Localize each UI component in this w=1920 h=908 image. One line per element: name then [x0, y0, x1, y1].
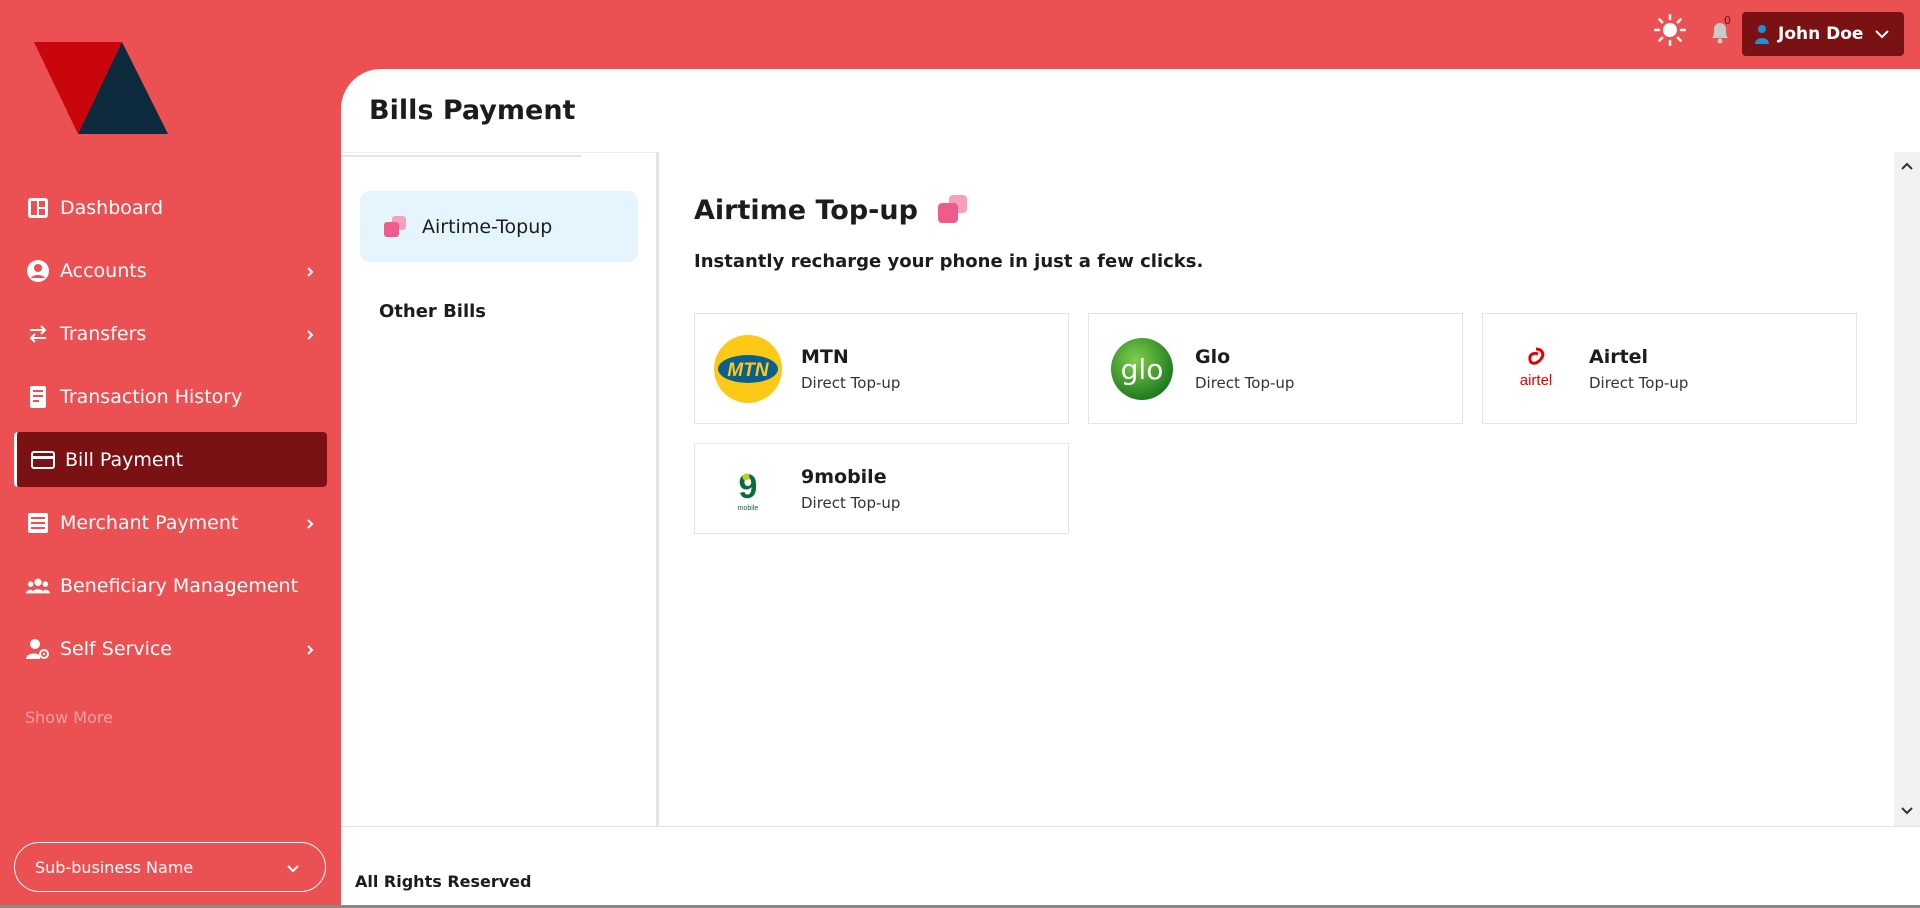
sidebar-item-label: Accounts — [60, 259, 147, 282]
provider-info: MTN Direct Top-up — [801, 346, 900, 392]
page-title: Bills Payment — [369, 95, 576, 126]
provider-info: Glo Direct Top-up — [1195, 346, 1294, 392]
sidebar-item-label: Transfers — [60, 322, 147, 345]
sub-business-select[interactable]: Sub-business Name — [14, 842, 326, 892]
brand-logo[interactable] — [34, 42, 168, 134]
provider-info: 9mobile Direct Top-up — [801, 466, 900, 512]
9mobile-logo-sub: mobile — [738, 505, 759, 512]
content-scrollbar[interactable] — [1894, 152, 1920, 826]
glo-logo: glo — [1108, 335, 1176, 403]
chevron-right-icon — [307, 330, 314, 340]
provider-desc: Direct Top-up — [1195, 373, 1295, 392]
account-circle-icon — [26, 259, 50, 283]
sidebar-item-self-service[interactable]: Self Service — [14, 621, 327, 676]
provider-card-airtel[interactable]: airtel Airtel Direct Top-up — [1482, 313, 1857, 424]
tab-airtime-topup[interactable]: Airtime-Topup — [360, 191, 638, 262]
user-menu-button[interactable]: John Doe — [1742, 12, 1904, 56]
section-title-text: Airtime Top-up — [694, 194, 918, 226]
sidebar-item-beneficiary-management[interactable]: Beneficiary Management — [14, 558, 327, 613]
chevron-right-icon — [307, 645, 314, 655]
9mobile-logo-number: 9 — [739, 468, 758, 506]
transfer-arrows-icon — [26, 322, 50, 346]
sidebar: Dashboard Accounts Transfers Transaction… — [0, 0, 341, 908]
sidebar-item-label: Dashboard — [60, 196, 164, 219]
chevron-right-icon — [307, 267, 314, 277]
notification-count: 0 — [1724, 14, 1731, 27]
user-icon — [1755, 25, 1769, 44]
sidebar-item-label: Beneficiary Management — [60, 574, 299, 597]
provider-desc: Direct Top-up — [801, 493, 901, 512]
sidebar-item-label: Merchant Payment — [60, 511, 239, 534]
scroll-up-icon[interactable] — [1900, 160, 1914, 172]
provider-card-mtn[interactable]: MTN MTN Direct Top-up — [694, 313, 1069, 424]
airtime-squares-icon — [937, 195, 967, 223]
sidebar-item-label: Transaction History — [60, 385, 243, 408]
airtel-logo-text: airtel — [1520, 372, 1553, 389]
sidebar-item-transaction-history[interactable]: Transaction History — [14, 369, 327, 424]
provider-card-9mobile[interactable]: 9 mobile 9mobile Direct Top-up — [694, 443, 1069, 534]
chevron-right-icon — [307, 519, 314, 529]
provider-info: Airtel Direct Top-up — [1589, 346, 1688, 392]
notification-bell[interactable]: 0 — [1708, 14, 1736, 46]
chevron-down-icon — [1875, 30, 1889, 39]
theme-toggle-sun-icon[interactable] — [1654, 14, 1686, 46]
sidebar-item-label: Bill Payment — [65, 448, 184, 471]
sidebar-item-label: Self Service — [60, 637, 172, 660]
airtel-logo: airtel — [1502, 335, 1570, 403]
tab-label: Airtime-Topup — [422, 215, 553, 238]
tab-other-bills[interactable]: Other Bills — [379, 301, 486, 322]
section-subtitle: Instantly recharge your phone in just a … — [694, 251, 1204, 272]
credit-card-icon — [31, 448, 55, 472]
sub-business-label: Sub-business Name — [35, 857, 194, 877]
provider-name: 9mobile — [801, 465, 887, 488]
provider-name: Glo — [1195, 345, 1231, 368]
sidebar-nav: Dashboard Accounts Transfers Transaction… — [14, 180, 327, 684]
bell-icon — [1712, 23, 1728, 44]
provider-name: Airtel — [1589, 345, 1649, 368]
sidebar-item-dashboard[interactable]: Dashboard — [14, 180, 327, 235]
show-more-link[interactable]: Show More — [25, 708, 113, 727]
footer-divider — [341, 826, 1920, 827]
glo-logo-text: glo — [1121, 353, 1164, 386]
list-doc-icon — [26, 511, 50, 535]
provider-desc: Direct Top-up — [801, 373, 901, 392]
mtn-logo-text: MTN — [727, 360, 769, 381]
footer-text: All Rights Reserved — [355, 872, 532, 891]
main-content: Bills Payment Airtime-Topup Other Bills … — [341, 69, 1920, 908]
user-name: John Doe — [1778, 24, 1864, 44]
sidebar-item-accounts[interactable]: Accounts — [14, 243, 327, 298]
provider-desc: Direct Top-up — [1589, 373, 1689, 392]
provider-card-glo[interactable]: glo Glo Direct Top-up — [1088, 313, 1463, 424]
sidebar-item-bill-payment[interactable]: Bill Payment — [14, 432, 327, 487]
mtn-logo: MTN — [714, 334, 782, 403]
user-settings-icon — [26, 637, 50, 661]
chevron-down-icon — [287, 865, 299, 873]
dashboard-icon — [26, 196, 50, 220]
section-title: Airtime Top-up — [694, 193, 970, 227]
sidebar-item-merchant-payment[interactable]: Merchant Payment — [14, 495, 327, 550]
9mobile-logo: 9 mobile — [714, 455, 782, 523]
receipt-icon — [26, 385, 50, 409]
airtime-squares-icon — [384, 215, 406, 237]
provider-name: MTN — [801, 345, 849, 368]
scroll-down-icon[interactable] — [1900, 805, 1914, 817]
group-icon — [26, 574, 50, 598]
sidebar-item-transfers[interactable]: Transfers — [14, 306, 327, 361]
